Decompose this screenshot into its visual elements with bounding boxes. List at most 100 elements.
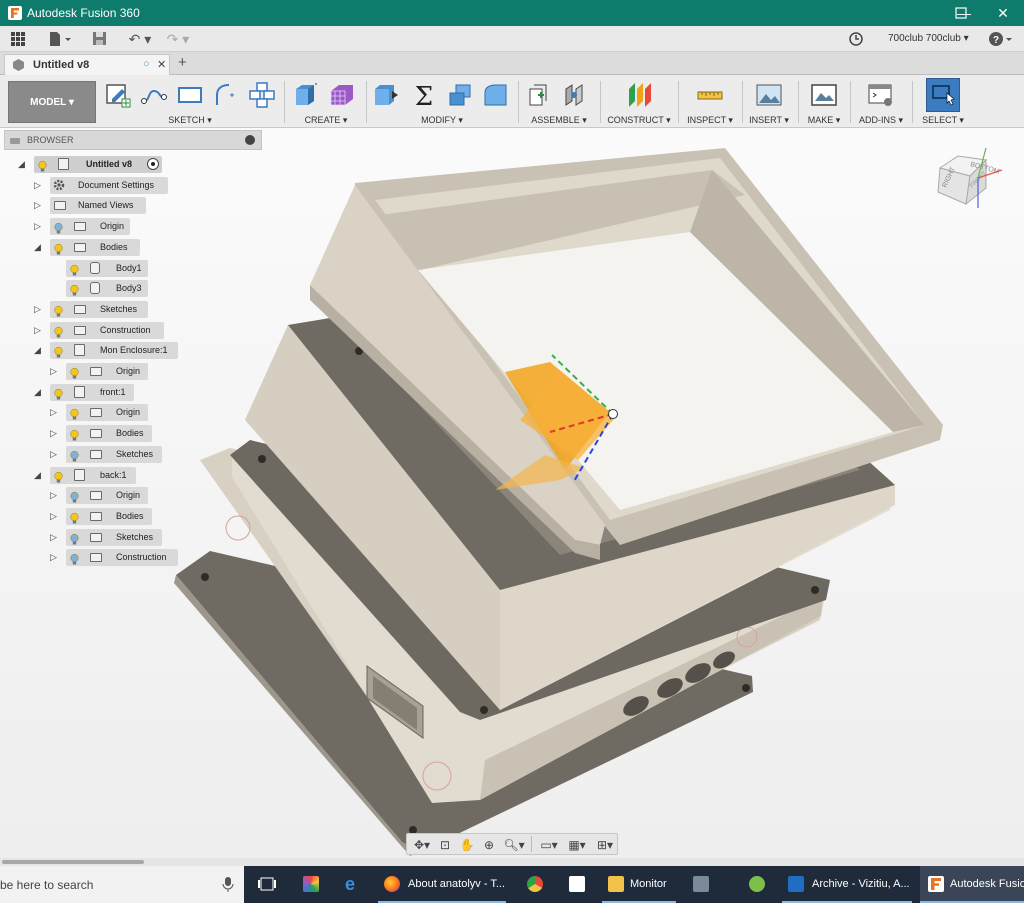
visibility-bulb-icon[interactable] bbox=[54, 304, 63, 317]
explorer-task-button[interactable]: Monitor bbox=[602, 866, 676, 903]
close-tab-icon[interactable]: ✕ bbox=[157, 58, 166, 71]
visibility-bulb-icon[interactable] bbox=[70, 449, 79, 462]
fillet-icon[interactable] bbox=[482, 81, 510, 109]
scrollbar-thumb[interactable] bbox=[2, 860, 144, 864]
browser-tree-item[interactable]: ▷ Sketches bbox=[0, 529, 260, 546]
browser-options-icon[interactable] bbox=[245, 135, 255, 145]
redo-icon[interactable]: ↷ ▾ bbox=[164, 31, 192, 47]
scripts-icon[interactable] bbox=[867, 81, 895, 109]
rectangle-icon[interactable] bbox=[176, 81, 204, 109]
collapse-arrow-icon[interactable]: ◢ bbox=[18, 159, 28, 169]
expand-arrow-icon[interactable]: ▷ bbox=[34, 325, 44, 335]
taskbar-search-box[interactable]: be here to search bbox=[0, 866, 244, 903]
file-menu-icon[interactable] bbox=[48, 31, 72, 47]
microphone-icon[interactable] bbox=[222, 876, 234, 892]
browser-tree-item[interactable]: ◢ Mon Enclosure:1 bbox=[0, 342, 260, 359]
workspace-switcher[interactable]: MODEL ▾ bbox=[8, 81, 96, 123]
expand-arrow-icon[interactable]: ▷ bbox=[50, 511, 60, 521]
browser-tree-item[interactable]: ◢ front:1 bbox=[0, 384, 260, 401]
undo-icon[interactable]: ↶ ▾ bbox=[126, 31, 154, 47]
app-button-2[interactable] bbox=[740, 866, 774, 903]
fit-zoom-icon[interactable]: 🔍︎▾ bbox=[503, 837, 525, 853]
create-group-label[interactable]: CREATE ▾ bbox=[288, 115, 364, 126]
collapse-arrow-icon[interactable]: ◢ bbox=[34, 387, 44, 397]
orbit-icon[interactable]: ✥▾ bbox=[411, 837, 433, 853]
3d-print-icon[interactable] bbox=[810, 81, 838, 109]
fusion-task-button[interactable]: Autodesk Fusion bbox=[920, 866, 1024, 903]
browser-tree-item[interactable]: Body3 bbox=[0, 280, 260, 297]
browser-tree-item[interactable]: Body1 bbox=[0, 260, 260, 277]
create-sketch-icon[interactable] bbox=[104, 81, 132, 109]
select-group-label[interactable]: SELECT ▾ bbox=[914, 115, 972, 126]
expand-arrow-icon[interactable]: ▷ bbox=[34, 221, 44, 231]
expand-arrow-icon[interactable]: ▷ bbox=[50, 407, 60, 417]
browser-tree-item[interactable]: ◢ Untitled v8 bbox=[0, 156, 260, 173]
visibility-bulb-icon[interactable] bbox=[70, 263, 79, 276]
insert-image-icon[interactable] bbox=[755, 81, 783, 109]
expand-arrow-icon[interactable]: ▷ bbox=[50, 428, 60, 438]
app-button-1[interactable] bbox=[684, 866, 718, 903]
store-app-button[interactable] bbox=[560, 866, 594, 903]
expand-arrow-icon[interactable]: ▷ bbox=[50, 366, 60, 376]
horizontal-scrollbar[interactable] bbox=[0, 858, 1024, 866]
visibility-bulb-icon[interactable] bbox=[54, 221, 63, 234]
extrude-icon[interactable] bbox=[292, 81, 320, 109]
inspect-group-label[interactable]: INSPECT ▾ bbox=[680, 115, 740, 126]
expand-arrow-icon[interactable]: ▷ bbox=[50, 490, 60, 500]
visibility-bulb-icon[interactable] bbox=[54, 325, 63, 338]
browser-tree-item[interactable]: ▷ Sketches bbox=[0, 446, 260, 463]
outlook-task-button[interactable]: Archive - Vizitiu, A... bbox=[782, 866, 912, 903]
activate-radio-icon[interactable] bbox=[147, 158, 159, 170]
new-component-icon[interactable] bbox=[524, 81, 552, 109]
browser-tree-item[interactable]: ▷ Sketches bbox=[0, 301, 260, 318]
browser-tree-item[interactable]: ▷ Construction bbox=[0, 549, 260, 566]
select-tool-button[interactable] bbox=[926, 78, 960, 112]
project-icon[interactable] bbox=[248, 81, 276, 109]
visibility-bulb-icon[interactable] bbox=[54, 242, 63, 255]
visibility-bulb-icon[interactable] bbox=[70, 552, 79, 565]
maximize-button[interactable] bbox=[940, 0, 982, 26]
combine-icon[interactable] bbox=[446, 81, 474, 109]
pan-hand-icon[interactable]: ✋ bbox=[459, 837, 475, 853]
browser-tree-item[interactable]: ◢ back:1 bbox=[0, 467, 260, 484]
browser-tree-item[interactable]: ◢ Bodies bbox=[0, 239, 260, 256]
look-at-icon[interactable]: ⊡ bbox=[437, 837, 453, 853]
display-settings-icon[interactable]: ▭▾ bbox=[537, 837, 561, 853]
browser-tree-item[interactable]: ▷ Bodies bbox=[0, 425, 260, 442]
browser-tree-item[interactable]: ▷ Origin bbox=[0, 218, 260, 235]
viewports-icon[interactable]: ⊞▾ bbox=[593, 837, 617, 853]
line-icon[interactable] bbox=[140, 81, 168, 109]
edge-app-button[interactable]: e bbox=[336, 866, 370, 903]
browser-tree-item[interactable]: ▷ Origin bbox=[0, 487, 260, 504]
save-icon[interactable] bbox=[92, 31, 108, 47]
chrome-app-button[interactable] bbox=[518, 866, 552, 903]
browser-tree-item[interactable]: ▷ Origin bbox=[0, 404, 260, 421]
visibility-bulb-icon[interactable] bbox=[70, 511, 79, 524]
job-status-icon[interactable] bbox=[848, 31, 864, 47]
measure-icon[interactable] bbox=[696, 81, 724, 109]
construct-group-label[interactable]: CONSTRUCT ▾ bbox=[602, 115, 676, 126]
make-group-label[interactable]: MAKE ▾ bbox=[800, 115, 848, 126]
view-cube[interactable]: BOTTOM RIGHT FRONT bbox=[930, 138, 1010, 218]
browser-collapse-icon[interactable] bbox=[10, 138, 20, 144]
browser-tree-item[interactable]: ▷ Document Settings bbox=[0, 177, 260, 194]
modify-group-label[interactable]: MODIFY ▾ bbox=[368, 115, 516, 126]
sketch-group-label[interactable]: SKETCH ▾ bbox=[100, 115, 280, 126]
grid-menu-icon[interactable] bbox=[10, 31, 26, 47]
form-icon[interactable] bbox=[328, 81, 356, 109]
browser-tree-item[interactable]: ▷ Named Views bbox=[0, 197, 260, 214]
expand-arrow-icon[interactable]: ▷ bbox=[50, 552, 60, 562]
help-icon[interactable]: ? bbox=[988, 31, 1014, 47]
collapse-arrow-icon[interactable]: ◢ bbox=[34, 345, 44, 355]
visibility-bulb-icon[interactable] bbox=[54, 470, 63, 483]
collapse-arrow-icon[interactable]: ◢ bbox=[34, 470, 44, 480]
visibility-bulb-icon[interactable] bbox=[70, 366, 79, 379]
expand-arrow-icon[interactable]: ▷ bbox=[50, 449, 60, 459]
sum-icon[interactable]: Σ bbox=[410, 81, 438, 109]
photos-app-button[interactable] bbox=[294, 866, 328, 903]
grid-settings-icon[interactable]: ▦▾ bbox=[565, 837, 589, 853]
assemble-group-label[interactable]: ASSEMBLE ▾ bbox=[520, 115, 598, 126]
user-account-menu[interactable]: 700club 700club ▾ bbox=[888, 33, 969, 44]
visibility-bulb-icon[interactable] bbox=[70, 490, 79, 503]
joint-icon[interactable] bbox=[562, 81, 590, 109]
